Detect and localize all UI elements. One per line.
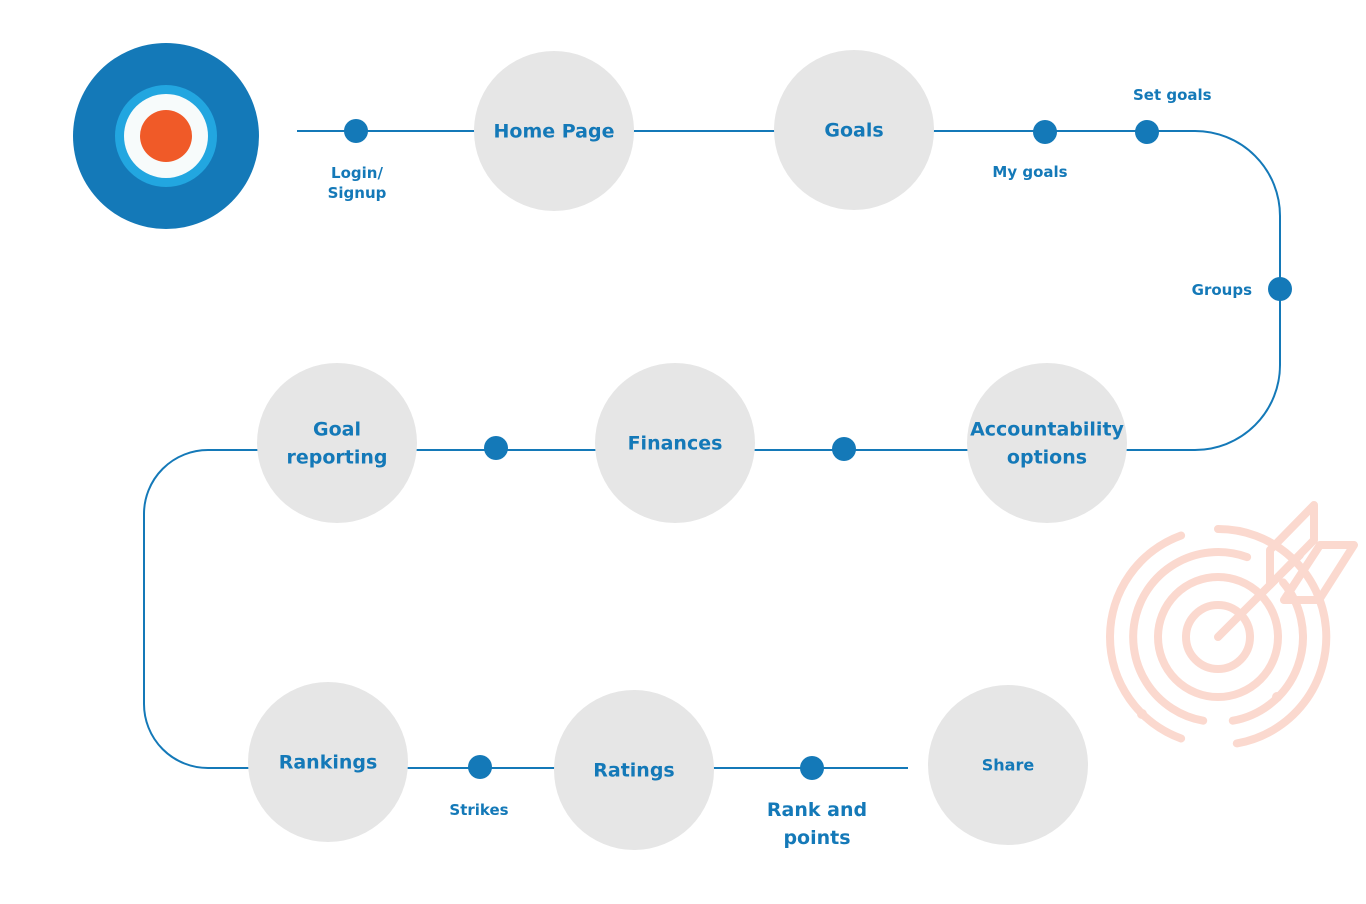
- connector-groups[interactable]: Groups: [1192, 277, 1292, 301]
- connector-dot: [484, 436, 508, 460]
- node-ratings[interactable]: Ratings: [554, 690, 714, 850]
- connector-accountability-finances[interactable]: [832, 437, 856, 461]
- connector-label: Strikes: [449, 801, 508, 819]
- flow-diagram: Home Page Goals Accountability options Finan…: [73, 43, 1358, 850]
- connector-rank-and-points[interactable]: Rank and points: [767, 756, 867, 849]
- node-rankings[interactable]: Rankings: [248, 682, 408, 842]
- logo-bullseye: [140, 110, 192, 162]
- node-goals[interactable]: Goals: [774, 50, 934, 210]
- node-accountability[interactable]: Accountability options: [967, 363, 1127, 523]
- connector-dot: [1268, 277, 1292, 301]
- connector-label: My goals: [992, 163, 1067, 181]
- node-label: Finances: [628, 433, 723, 455]
- node-share[interactable]: Share: [928, 685, 1088, 845]
- node-label: options: [1007, 447, 1087, 469]
- connector-label: Login/: [331, 164, 383, 182]
- connector-dot: [468, 755, 492, 779]
- flow-connectors: Login/Signup My goals Set goals Groups Strik…: [328, 86, 1292, 849]
- connector-label: points: [783, 827, 850, 849]
- connector-label: Set goals: [1133, 86, 1212, 104]
- target-arrow-icon: [1106, 501, 1358, 748]
- node-label: Accountability: [970, 419, 1124, 441]
- target-dot: [1137, 709, 1147, 719]
- connector-strikes[interactable]: Strikes: [449, 755, 509, 819]
- connector-dot: [1135, 120, 1159, 144]
- node-label: Home Page: [494, 121, 615, 143]
- connector-label: Groups: [1192, 281, 1252, 299]
- connector-finances-goal-reporting[interactable]: [484, 436, 508, 460]
- node-label: Ratings: [593, 760, 674, 782]
- node-label: Share: [982, 756, 1035, 775]
- node-label: reporting: [286, 447, 387, 469]
- connector-dot: [800, 756, 824, 780]
- node-label: Goal: [313, 419, 361, 441]
- flow-line-segment: [143, 449, 908, 769]
- connector-dot: [832, 437, 856, 461]
- connector-my-goals[interactable]: My goals: [992, 120, 1068, 181]
- connector-set-goals[interactable]: Set goals: [1133, 86, 1212, 144]
- target-dot: [1272, 692, 1282, 702]
- connector-label: Rank and: [767, 799, 867, 821]
- connector-dot: [1033, 120, 1057, 144]
- node-label: Goals: [824, 120, 883, 142]
- node-circle: [257, 363, 417, 523]
- node-finances[interactable]: Finances: [595, 363, 755, 523]
- start-logo-icon: [73, 43, 259, 229]
- node-label: Rankings: [279, 752, 378, 774]
- node-home[interactable]: Home Page: [474, 51, 634, 211]
- connector-label: Signup: [328, 184, 387, 202]
- node-goal-reporting[interactable]: Goal reporting: [257, 363, 417, 523]
- connector-dot: [344, 119, 368, 143]
- node-circle: [967, 363, 1127, 523]
